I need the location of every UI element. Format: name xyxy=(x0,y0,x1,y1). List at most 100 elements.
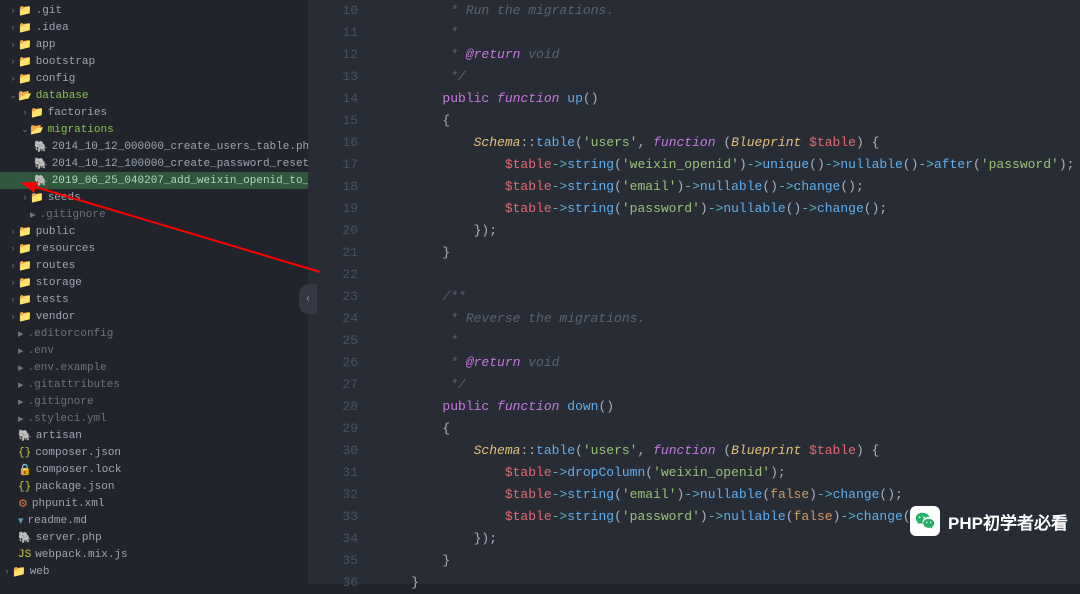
file-explorer-sidebar[interactable]: ›📁.git›📁.idea›📁app›📁bootstrap›📁config⌄📂d… xyxy=(0,0,308,584)
code-line[interactable]: $table->dropColumn('weixin_openid'); xyxy=(380,462,1080,484)
code-line[interactable]: * @return void xyxy=(380,352,1080,374)
expand-arrow-icon[interactable]: › xyxy=(8,295,18,305)
tree-item[interactable]: ›📁resources xyxy=(0,240,308,257)
code-editor[interactable]: ‹ 10111213141516171819202122232425262728… xyxy=(308,0,1080,584)
line-number: 30 xyxy=(308,440,358,462)
code-line[interactable]: * Run the migrations. xyxy=(380,0,1080,22)
tree-item[interactable]: 🐘2014_10_12_100000_create_password_reset… xyxy=(0,155,308,172)
tree-item-label: seeds xyxy=(48,192,81,204)
tree-item-label: app xyxy=(36,39,56,51)
tree-item[interactable]: 🐘2019_06_25_040207_add_weixin_openid_to_… xyxy=(0,172,308,189)
line-number: 17 xyxy=(308,154,358,176)
tree-item[interactable]: 🔒composer.lock xyxy=(0,461,308,478)
tree-item[interactable]: ›📁.idea xyxy=(0,19,308,36)
php-file-icon: 🐘 xyxy=(18,531,32,545)
tree-item[interactable]: ▸.editorconfig xyxy=(0,325,308,342)
tree-item[interactable]: ›📁seeds xyxy=(0,189,308,206)
tree-item[interactable]: ›📁.git xyxy=(0,2,308,19)
tree-item[interactable]: ›📁bootstrap xyxy=(0,53,308,70)
expand-arrow-icon[interactable]: › xyxy=(8,227,18,237)
tree-item[interactable]: {}package.json xyxy=(0,478,308,495)
expand-arrow-icon[interactable]: ⌄ xyxy=(20,125,30,135)
code-content[interactable]: * Run the migrations. * * @return void *… xyxy=(380,0,1080,584)
code-line[interactable]: */ xyxy=(380,66,1080,88)
tree-item-label: phpunit.xml xyxy=(32,498,105,510)
code-line[interactable]: Schema::table('users', function (Bluepri… xyxy=(380,132,1080,154)
tree-item[interactable]: ▸.gitattributes xyxy=(0,376,308,393)
tree-item-label: artisan xyxy=(36,430,82,442)
code-line[interactable]: */ xyxy=(380,374,1080,396)
tree-item[interactable]: ▾readme.md xyxy=(0,512,308,529)
line-number-gutter: 1011121314151617181920212223242526272829… xyxy=(308,0,380,584)
expand-arrow-icon[interactable]: › xyxy=(2,567,12,577)
tree-item-label: factories xyxy=(48,107,107,119)
tree-item[interactable]: ⌄📂migrations xyxy=(0,121,308,138)
tree-item[interactable]: {}composer.json xyxy=(0,444,308,461)
tree-item[interactable]: 🐘artisan xyxy=(0,427,308,444)
tree-item[interactable]: 🐘2014_10_12_000000_create_users_table.ph… xyxy=(0,138,308,155)
expand-arrow-icon[interactable]: › xyxy=(8,6,18,16)
expand-arrow-icon[interactable]: › xyxy=(8,23,18,33)
file-icon: ▸ xyxy=(18,344,24,358)
code-line[interactable]: Schema::table('users', function (Bluepri… xyxy=(380,440,1080,462)
tree-item[interactable]: ›📁routes xyxy=(0,257,308,274)
watermark-text: PHP初学者必看 xyxy=(948,509,1068,534)
line-number: 12 xyxy=(308,44,358,66)
tree-item[interactable]: ▸.gitignore xyxy=(0,393,308,410)
tree-item-label: vendor xyxy=(36,311,76,323)
tree-item[interactable]: ›📁storage xyxy=(0,274,308,291)
code-line[interactable]: * Reverse the migrations. xyxy=(380,308,1080,330)
code-line[interactable]: * xyxy=(380,22,1080,44)
expand-arrow-icon[interactable]: › xyxy=(8,57,18,67)
tree-item[interactable]: ▸.env xyxy=(0,342,308,359)
expand-arrow-icon[interactable]: › xyxy=(20,108,30,118)
tree-item[interactable]: ▸.env.example xyxy=(0,359,308,376)
tree-item[interactable]: ›📁config xyxy=(0,70,308,87)
expand-arrow-icon[interactable]: › xyxy=(8,244,18,254)
tree-item[interactable]: ›📁web xyxy=(0,563,308,580)
code-line[interactable]: $table->string('password')->nullable()->… xyxy=(380,198,1080,220)
tree-item[interactable]: ▸.styleci.yml xyxy=(0,410,308,427)
code-line[interactable]: $table->string('email')->nullable()->cha… xyxy=(380,176,1080,198)
tree-item-label: 2014_10_12_000000_create_users_table.php xyxy=(52,141,308,153)
expand-arrow-icon[interactable]: › xyxy=(8,74,18,84)
expand-arrow-icon[interactable]: › xyxy=(8,261,18,271)
code-line[interactable]: } xyxy=(380,550,1080,572)
tree-item[interactable]: ›📁public xyxy=(0,223,308,240)
code-line[interactable]: } xyxy=(380,572,1080,594)
line-number: 19 xyxy=(308,198,358,220)
tree-item[interactable]: ›📁app xyxy=(0,36,308,53)
code-line[interactable]: * @return void xyxy=(380,44,1080,66)
tree-item-label: web xyxy=(30,566,50,578)
expand-arrow-icon[interactable]: › xyxy=(20,193,30,203)
tree-item[interactable]: 🐘server.php xyxy=(0,529,308,546)
code-line[interactable]: { xyxy=(380,418,1080,440)
line-number: 26 xyxy=(308,352,358,374)
tree-item-label: composer.lock xyxy=(36,464,122,476)
code-line[interactable]: * xyxy=(380,330,1080,352)
code-line[interactable]: $table->string('weixin_openid')->unique(… xyxy=(380,154,1080,176)
folder-icon: 📁 xyxy=(18,293,32,307)
code-line[interactable]: { xyxy=(380,110,1080,132)
code-line[interactable]: $table->string('email')->nullable(false)… xyxy=(380,484,1080,506)
code-line[interactable]: public function down() xyxy=(380,396,1080,418)
expand-arrow-icon[interactable]: ⌄ xyxy=(8,91,18,101)
tree-item[interactable]: ›📁tests xyxy=(0,291,308,308)
code-line[interactable]: /** xyxy=(380,286,1080,308)
expand-arrow-icon[interactable]: › xyxy=(8,312,18,322)
tree-item[interactable]: ›📁vendor xyxy=(0,308,308,325)
tree-item[interactable]: JSwebpack.mix.js xyxy=(0,546,308,563)
file-icon: ▸ xyxy=(18,378,24,392)
code-line[interactable] xyxy=(380,264,1080,286)
sidebar-collapse-button[interactable]: ‹ xyxy=(299,284,317,314)
expand-arrow-icon[interactable]: › xyxy=(8,278,18,288)
tree-item[interactable]: ›📁factories xyxy=(0,104,308,121)
tree-item[interactable]: ⌄📂database xyxy=(0,87,308,104)
code-line[interactable]: } xyxy=(380,242,1080,264)
code-line[interactable]: }); xyxy=(380,220,1080,242)
tree-item[interactable]: ⚙phpunit.xml xyxy=(0,495,308,512)
line-number: 31 xyxy=(308,462,358,484)
code-line[interactable]: public function up() xyxy=(380,88,1080,110)
expand-arrow-icon[interactable]: › xyxy=(8,40,18,50)
tree-item[interactable]: ▸.gitignore xyxy=(0,206,308,223)
